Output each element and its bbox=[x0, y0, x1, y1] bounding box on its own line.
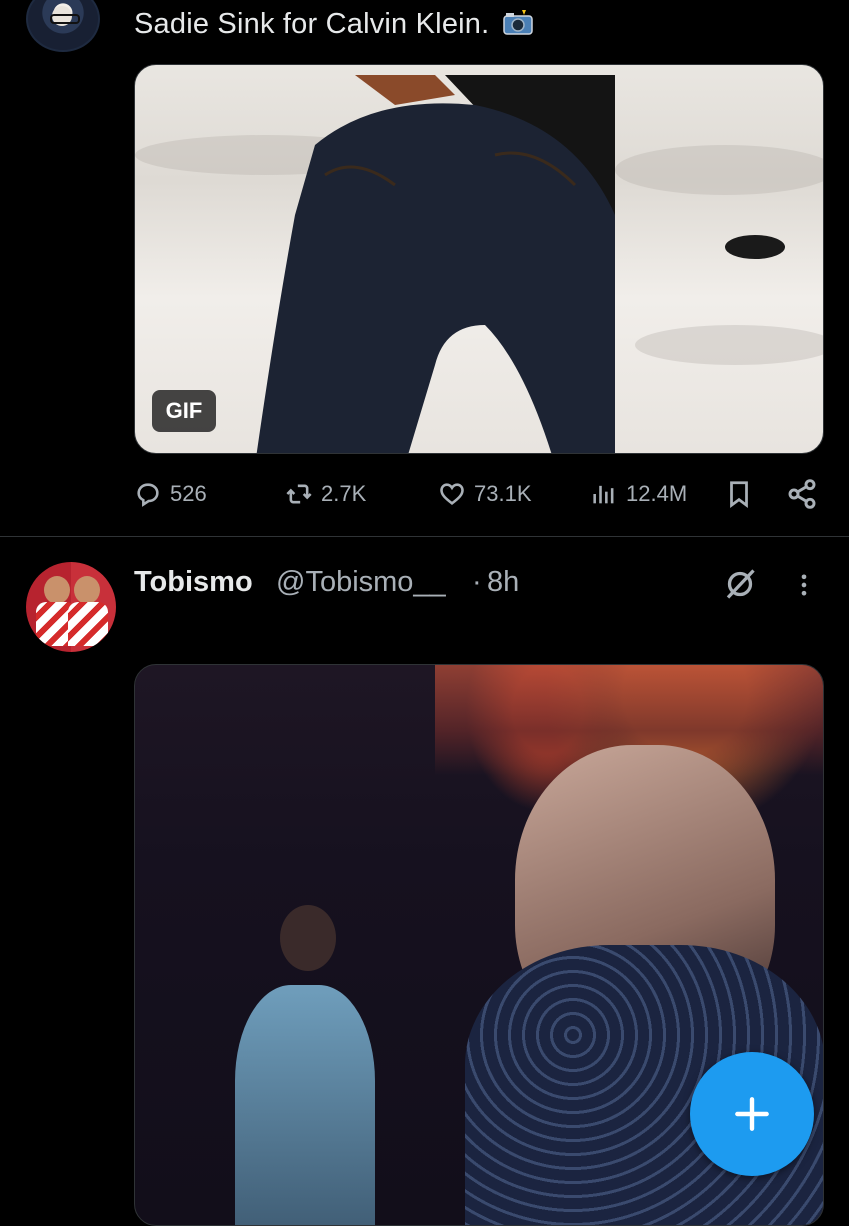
author-handle[interactable]: @Tobismo__ bbox=[276, 566, 446, 599]
plus-icon bbox=[735, 1097, 769, 1131]
separator-dot: · bbox=[472, 566, 482, 598]
avatar[interactable] bbox=[26, 562, 116, 652]
gif-subject-figure bbox=[256, 75, 615, 453]
like-button[interactable]: 73.1K bbox=[438, 476, 532, 512]
avatar-person bbox=[68, 602, 108, 646]
views-button[interactable]: 12.4M bbox=[590, 476, 687, 512]
retweet-button[interactable]: 2.7K bbox=[285, 476, 366, 512]
reply-button[interactable]: 526 bbox=[134, 476, 207, 512]
tweet-text-content: Sadie Sink for Calvin Klein. bbox=[134, 8, 490, 40]
tweet-text: Sadie Sink for Calvin Klein. bbox=[134, 8, 534, 41]
author-name[interactable]: Tobismo bbox=[134, 566, 253, 599]
avatar-glasses bbox=[50, 14, 80, 24]
avatar-person bbox=[44, 576, 70, 604]
sheet-fold bbox=[635, 325, 823, 365]
reply-count: 526 bbox=[170, 481, 207, 506]
avatar-person bbox=[74, 576, 100, 604]
sheet-fold bbox=[615, 145, 823, 195]
gif-badge: GIF bbox=[152, 390, 216, 432]
compose-button[interactable] bbox=[690, 1052, 814, 1176]
video-background-person-head bbox=[280, 905, 336, 971]
post-time[interactable]: 8h bbox=[487, 566, 519, 599]
share-icon[interactable] bbox=[786, 478, 818, 510]
avatar[interactable] bbox=[26, 0, 100, 52]
retweet-count: 2.7K bbox=[321, 481, 367, 506]
gif-prop bbox=[725, 235, 785, 259]
tweet-divider bbox=[0, 536, 849, 537]
bookmark-icon[interactable] bbox=[724, 478, 754, 510]
retweet-icon bbox=[286, 484, 312, 504]
gif-media[interactable] bbox=[134, 64, 824, 454]
like-count: 73.1K bbox=[474, 481, 532, 506]
camera-flash-emoji-icon bbox=[502, 10, 533, 35]
grok-icon[interactable] bbox=[720, 566, 760, 602]
heart-icon bbox=[440, 483, 464, 505]
tweet-text-redacted bbox=[134, 606, 694, 642]
more-icon[interactable] bbox=[790, 568, 818, 602]
reply-icon bbox=[137, 483, 159, 507]
views-icon bbox=[593, 485, 614, 504]
video-background-person bbox=[235, 985, 375, 1225]
views-count: 12.4M bbox=[626, 481, 688, 506]
